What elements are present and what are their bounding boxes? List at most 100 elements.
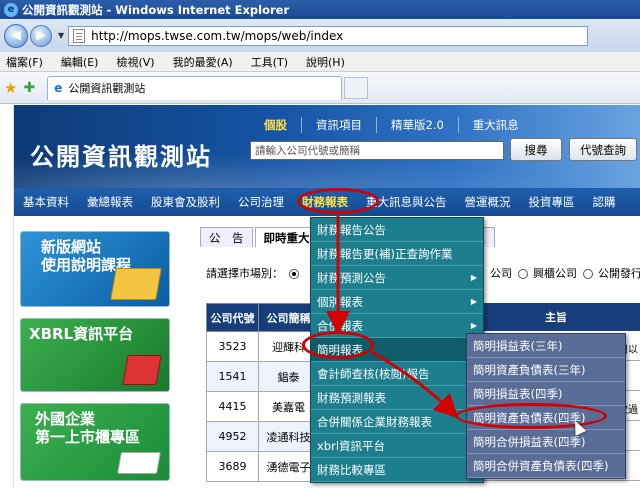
add-favorite-icon[interactable]: ✚ — [23, 80, 35, 96]
submenu-income-3y[interactable]: 簡明損益表(三年) — [467, 334, 625, 358]
menu-item-label: 簡明報表 — [317, 342, 363, 357]
nav-shareholders[interactable]: 股東會及股利 — [142, 194, 229, 210]
submenu-balance-3y[interactable]: 簡明資產負債表(三年) — [467, 358, 625, 382]
tab-bar: ★ ✚ e 公開資訊觀測站 — [0, 72, 640, 104]
menu-item-label: 財務報告更(補)正查詢作業 — [317, 246, 453, 261]
menu-item-affiliated-statements[interactable]: 合併關係企業財務報表▶ — [311, 410, 483, 434]
cell-code: 1541 — [206, 361, 259, 392]
cell-code: 3523 — [206, 331, 259, 362]
menu-tools[interactable]: 工具(T) — [251, 54, 288, 70]
table-row[interactable]: 3689 湧德電子 — [206, 451, 319, 482]
tab-announcements[interactable]: 公 告 — [200, 227, 253, 247]
page-left-edge — [0, 105, 14, 488]
submenu-arrow-icon: ▶ — [470, 297, 477, 306]
menu-help[interactable]: 說明(H) — [306, 54, 345, 70]
nav-investment[interactable]: 投資專區 — [520, 194, 584, 210]
menu-item-xbrl-platform[interactable]: xbrl資訊平台 — [311, 434, 483, 458]
market-option-label: 公司 — [490, 267, 512, 280]
menu-item-condensed-statements[interactable]: 簡明報表▶ — [311, 338, 483, 362]
menu-favorites[interactable]: 我的最愛(A) — [173, 54, 233, 70]
table-row[interactable]: 4952 凌通科技 — [206, 421, 319, 452]
table-row[interactable]: 1541 錩泰 — [206, 361, 319, 392]
tab-realtime-news[interactable]: 即時重大 — [254, 227, 319, 247]
search-button[interactable]: 搜尋 — [510, 138, 562, 161]
nav-summary-reports[interactable]: 彙總報表 — [78, 194, 142, 210]
menu-item-label: xbrl資訊平台 — [317, 438, 386, 453]
market-selector: 請選擇市場別： — [206, 265, 301, 281]
news-table: 公司代號 公司簡稱 3523 迎輝科 1541 錩泰 4415 美嘉電 4952 凌通科… — [206, 303, 319, 482]
submenu-arrow-icon: ▶ — [470, 321, 477, 330]
site-banner: 公開資訊觀測站 個股 資訊項目 精華版2.0 重大訊息 請輸入公司代號或簡稱 搜… — [14, 105, 640, 188]
promo-xbrl-platform[interactable]: XBRL資訊平台 — [20, 318, 170, 392]
back-button[interactable]: ◀ — [4, 23, 28, 48]
menu-item-auditor-report[interactable]: 會計師查核(核閱)報告▶ — [311, 362, 483, 386]
book-illustration-icon — [110, 268, 162, 300]
promo-line: 外國企業 — [35, 410, 96, 428]
promo-foreign-listing[interactable]: 外國企業 第一上市櫃專區 — [20, 403, 170, 481]
menu-item-label: 財務預測報表 — [317, 390, 386, 405]
nav-basic-info[interactable]: 基本資料 — [14, 194, 78, 210]
condensed-submenu: 簡明損益表(三年) 簡明資產負債表(三年) 簡明損益表(四季) 簡明資產負債表(… — [466, 333, 626, 479]
menu-view[interactable]: 檢視(V) — [116, 54, 154, 70]
company-search-input[interactable]: 請輸入公司代號或簡稱 — [250, 141, 504, 160]
submenu-consolidated-income-4q[interactable]: 簡明合併損益表(四季) — [467, 430, 625, 454]
cell-code: 3689 — [206, 451, 259, 482]
menu-item-label: 會計師查核(核閱)報告 — [317, 366, 430, 381]
toplink-major-news[interactable]: 重大訊息 — [457, 117, 533, 133]
promo-new-site-guide[interactable]: 新版網站 使用說明課程 — [20, 231, 170, 307]
menu-file[interactable]: 檔案(F) — [6, 54, 43, 70]
submenu-income-4q[interactable]: 簡明損益表(四季) — [467, 382, 625, 406]
toplink-essential[interactable]: 精華版2.0 — [376, 117, 458, 133]
menu-item-comparison-zone[interactable]: 財務比較專區▶ — [311, 458, 483, 482]
menu-item-label: 財務預測公告 — [317, 270, 386, 285]
history-dropdown-icon[interactable]: ▼ — [58, 31, 64, 40]
market-label: 請選擇市場別： — [206, 267, 283, 280]
top-links: 個股 資訊項目 精華版2.0 重大訊息 — [250, 117, 533, 133]
nav-operations[interactable]: 營運概況 — [456, 194, 520, 210]
table-row[interactable]: 4415 美嘉電 — [206, 391, 319, 422]
browser-tab[interactable]: e 公開資訊觀測站 — [47, 75, 343, 100]
menu-item-correction-query[interactable]: 財務報告更(補)正查詢作業 — [311, 242, 483, 266]
address-bar-row: ◀ ▶ ▼ http://mops.twse.com.tw/mops/web/i… — [0, 19, 640, 52]
cell-code: 4952 — [206, 421, 259, 452]
menu-item-label: 財務比較專區 — [317, 462, 386, 477]
forward-button[interactable]: ▶ — [30, 24, 52, 47]
favorites-star-icon[interactable]: ★ — [4, 79, 17, 97]
menu-bar: 檔案(F) 編輯(E) 檢視(V) 我的最愛(A) 工具(T) 說明(H) — [0, 52, 640, 72]
toplink-stock[interactable]: 個股 — [250, 117, 301, 133]
market-radio-public[interactable] — [582, 269, 593, 279]
nav-major-news[interactable]: 重大訊息與公告 — [357, 194, 456, 210]
menu-item-financial-report-announce[interactable]: 財務報告公告 — [311, 218, 483, 242]
menu-edit[interactable]: 編輯(E) — [61, 54, 99, 70]
market-option-label: 興櫃公司 — [533, 267, 577, 280]
submenu-balance-4q[interactable]: 簡明資產負債表(四季) — [467, 406, 625, 430]
nav-warrants[interactable]: 認購 — [584, 194, 625, 210]
new-tab-button[interactable] — [344, 76, 369, 99]
flag-illustration-icon — [117, 452, 161, 474]
toplink-info-items[interactable]: 資訊項目 — [301, 117, 376, 133]
table-row[interactable]: 3523 迎輝科 — [206, 331, 319, 362]
nav-financial-statements[interactable]: 財務報表 — [293, 194, 357, 210]
menu-item-individual-statements[interactable]: 個別報表 ▶ — [311, 290, 483, 314]
window-titlebar: e 公開資訊觀測站 - Windows Internet Explorer — [0, 0, 640, 19]
cell-code: 4415 — [206, 391, 259, 422]
menu-item-forecast-announce[interactable]: 財務預測公告 ▶ — [311, 266, 483, 290]
menu-item-consolidated-statements[interactable]: 合併報表 ▶ — [311, 314, 483, 338]
menu-item-forecast-statements[interactable]: 財務預測報表▶ — [311, 386, 483, 410]
browser-tab-label: 公開資訊觀測站 — [68, 82, 146, 95]
th-code: 公司代號 — [206, 303, 259, 332]
code-lookup-button[interactable]: 代號查詢 — [569, 138, 637, 161]
monitor-illustration-icon — [122, 355, 162, 385]
market-radio-listed[interactable] — [288, 269, 299, 279]
page-icon — [73, 28, 86, 43]
address-input[interactable]: http://mops.twse.com.tw/mops/web/index — [68, 25, 589, 46]
nav-governance[interactable]: 公司治理 — [229, 194, 293, 210]
financial-dropdown-menu: 財務報告公告 財務報告更(補)正查詢作業 財務預測公告 ▶ 個別報表 ▶ 合併報表 ▶… — [310, 217, 484, 483]
web-page: 公開資訊觀測站 個股 資訊項目 精華版2.0 重大訊息 請輸入公司代號或簡稱 搜… — [14, 105, 640, 488]
promo-line: XBRL資訊平台 — [29, 325, 134, 343]
site-title: 公開資訊觀測站 — [30, 142, 212, 171]
market-radio-emerging[interactable] — [517, 269, 528, 279]
ie-logo-icon: e — [4, 2, 18, 17]
submenu-consolidated-balance-4q[interactable]: 簡明合併資產負債表(四季) — [467, 454, 625, 478]
promo-text: XBRL資訊平台 — [29, 325, 133, 343]
